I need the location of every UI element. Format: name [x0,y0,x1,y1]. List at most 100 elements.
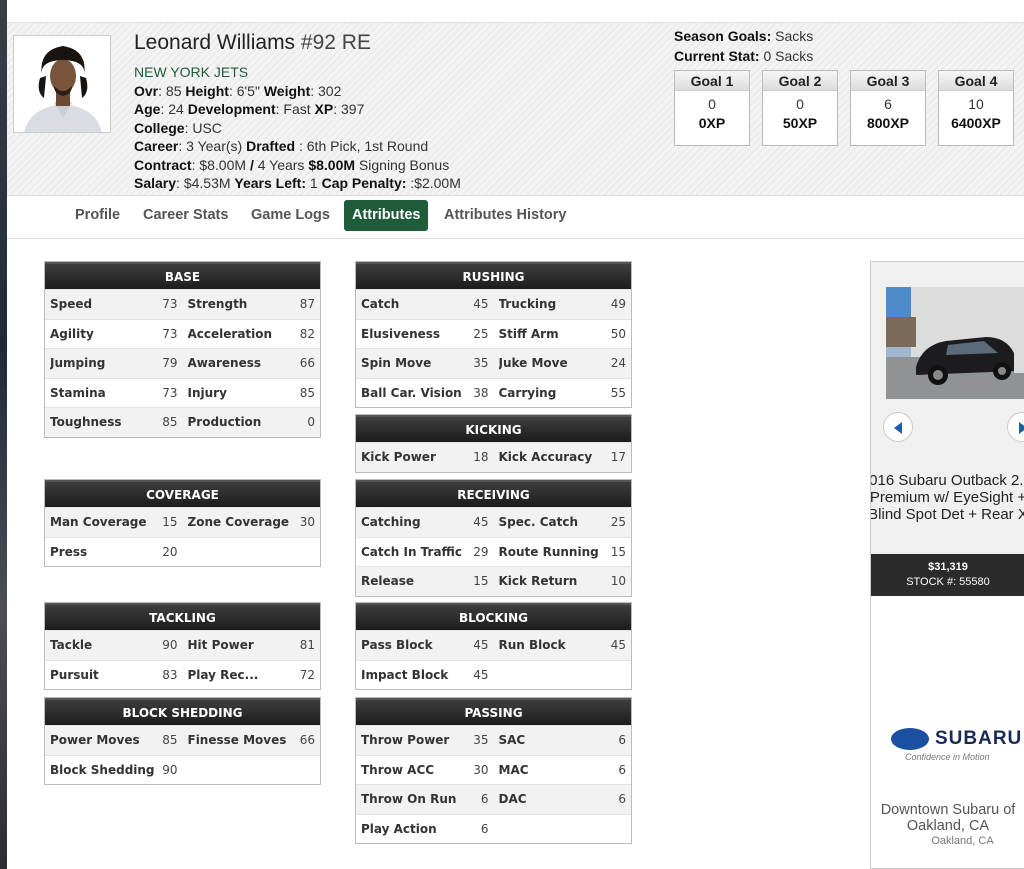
ad-stock: STOCK #: 55580 [906,576,990,588]
attribute-cell: Play Action 6 [356,815,494,844]
attribute-label: Impact Block [361,667,449,682]
attribute-cell: Route Running 15 [494,538,632,567]
attribute-label: Acceleration [187,326,273,341]
table-body: Catching 45 Spec. Catch 25 Catch In Traffic 2… [356,507,631,596]
detail-value: 4 Years [253,156,309,173]
attribute-value: 6 [480,792,489,807]
ad-next-arrow-icon[interactable] [1007,412,1024,442]
attribute-row: Pursuit 83 Play Rec... 72 [45,659,321,690]
attribute-label: Hit Power [187,638,254,653]
attribute-cell: SAC 6 [494,726,632,755]
attribute-cell: Injury 85 [183,379,321,408]
attribute-value: 0 [307,415,315,430]
attribute-cell: Catch 45 [356,290,494,319]
attribute-cell: Impact Block 45 [356,661,494,690]
goal-title: Goal 3 [851,71,925,91]
attribute-label: Catch In Traffic [361,544,463,559]
empty-cell [493,814,631,843]
attribute-label: Trucking [498,297,557,312]
attribute-cell: Toughness 85 [45,408,183,437]
attribute-label: Injury [187,385,227,400]
table-title: COVERAGE [45,480,320,507]
detail-value: 1 [306,175,322,191]
detail-label: Cap Penalty: [321,175,407,191]
attribute-row: Block Shedding 90 [45,754,320,784]
attribute-cell: Pursuit 83 [45,661,183,690]
ad-price-box[interactable]: $31,319 STOCK #: 55580 [871,554,1024,596]
attribute-label: Kick Accuracy [498,450,593,465]
attribute-row: Impact Block 45 [356,659,631,690]
detail-value: : 397 [333,101,365,117]
attribute-row: Speed 73 Strength 87 [45,289,320,319]
attribute-row: Man Coverage 15 Zone Coverage 30 [45,507,320,537]
player-team[interactable]: NEW YORK JETS [134,63,461,82]
attribute-label: Stamina [50,385,106,400]
attribute-row: Throw Power 35 SAC 6 [356,725,631,755]
attribute-row: Pass Block 45 Run Block 45 [356,630,631,660]
subaru-logo[interactable]: SUBARU [891,724,1024,754]
attribute-cell: Strength 87 [183,290,321,319]
tab-career-stats[interactable]: Career Stats [135,200,236,231]
table-title: PASSING [356,698,631,725]
attribute-label: Speed [50,297,93,312]
goal-value: 0 [708,96,716,112]
attribute-cell: Finesse Moves 66 [183,726,321,755]
attribute-value: 24 [610,356,626,371]
tab-attributes[interactable]: Attributes [344,200,429,231]
attribute-row: Stamina 73 Injury 85 [45,377,321,408]
detail-value: : $4.53M [176,175,235,191]
ad-panel[interactable]: 2016 Subaru Outback 2.5i Premium w/ EyeS… [870,261,1024,869]
player-detail-line: Age: 24 Development: Fast XP: 397 [134,100,461,119]
player-detail-line: Career: 3 Year(s) Drafted : 6th Pick, 1s… [134,137,461,156]
attribute-cell: Play Rec... 72 [183,661,321,690]
season-goals: Season Goals: Sacks Current Stat: 0 Sack… [674,26,813,66]
tab-attributes-history[interactable]: Attributes History [436,200,574,231]
player-info: Leonard Williams #92 RE NEW YORK JETS Ov… [134,31,461,193]
attribute-label: Block Shedding [50,762,155,777]
table-body: Speed 73 Strength 87 Agility 73 Acceleration 82… [45,289,320,437]
attribute-value: 6 [618,762,626,777]
detail-value: : $8.00M [191,156,250,173]
attribute-value: 35 [473,356,489,371]
goal-xp: 50XP [782,115,818,131]
attribute-value: 79 [162,356,178,371]
detail-value: : 85 [158,82,186,99]
attribute-label: Kick Power [361,450,436,465]
attribute-row: Play Action 6 [356,813,631,844]
tab-game-logs[interactable]: Game Logs [243,200,338,231]
season-goals-value: Sacks [771,28,814,44]
ad-prev-arrow-icon[interactable] [883,412,913,442]
ad-title[interactable]: 2016 Subaru Outback 2.5i Premium w/ EyeS… [871,472,1024,523]
attribute-label: Finesse Moves [187,733,287,748]
attribute-row: Throw On Run 6 DAC 6 [356,784,631,814]
detail-label: XP [314,101,334,117]
attribute-label: Production [187,415,262,430]
attribute-label: Spec. Catch [498,515,579,530]
tab-profile[interactable]: Profile [67,200,128,231]
attribute-row: Throw ACC 30 MAC 6 [356,754,632,785]
attribute-cell: MAC 6 [494,756,632,785]
attribute-value: 85 [162,733,178,748]
attribute-value: 81 [299,638,315,653]
detail-label: Ovr [134,82,159,99]
attribute-cell: Acceleration 82 [183,320,321,349]
goal-box: Goal 1 0 0XP [674,70,750,146]
attribute-value: 72 [299,667,315,682]
ad-dealer[interactable]: Downtown Subaru of Oakland, CA [871,802,1024,834]
attribute-value: 82 [299,326,315,341]
attribute-label: Stiff Arm [498,326,559,341]
attribute-label: Man Coverage [50,515,147,530]
player-detail-line: Salary: $4.53M Years Left: 1 Cap Penalty… [134,174,461,193]
player-name-line: Leonard Williams #92 RE [134,31,461,55]
attribute-value: 50 [610,326,626,341]
attribute-cell: Throw ACC 30 [356,756,494,785]
attribute-value: 20 [162,544,178,559]
goal-value: 10 [968,96,984,112]
ad-brand: SUBARU [935,728,1023,749]
car-photo[interactable] [886,287,1024,399]
attribute-cell: Elusiveness 25 [356,320,494,349]
attribute-row: Agility 73 Acceleration 82 [45,318,321,349]
attribute-value: 45 [473,297,489,312]
attribute-label: Toughness [50,415,122,430]
table-blocking: BLOCKING Pass Block 45 Run Block 45 Impact Bl… [355,602,632,690]
